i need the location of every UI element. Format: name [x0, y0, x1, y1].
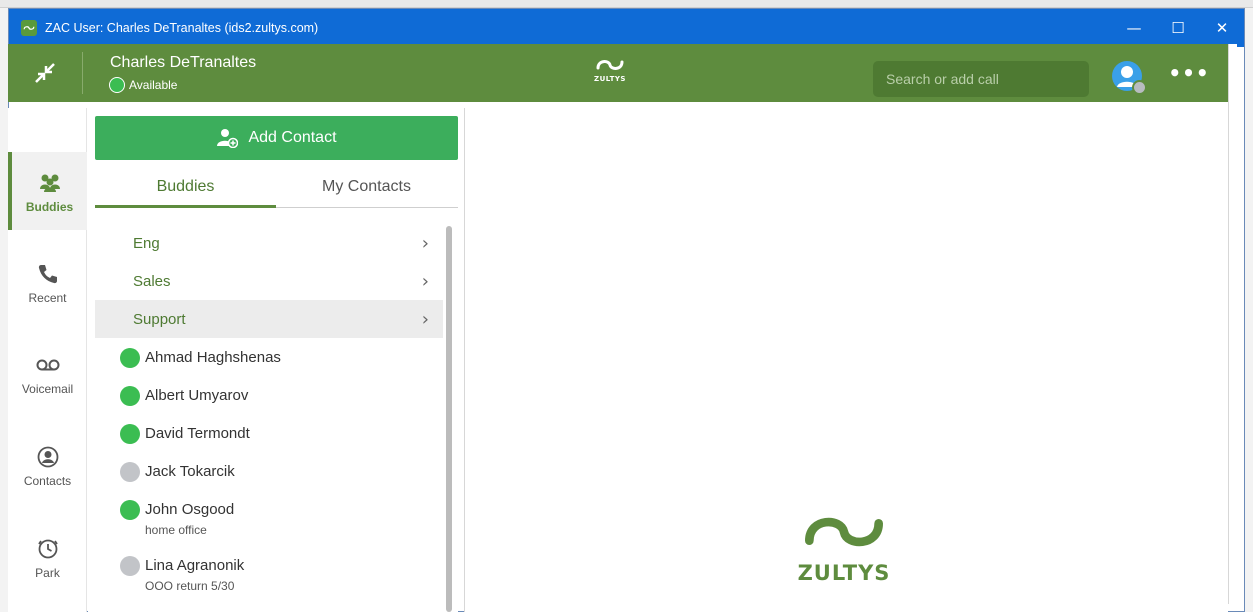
window-title: ZAC User: Charles DeTranaltes (ids2.zult…: [45, 21, 319, 35]
list-item[interactable]: Lina Agranonik OOO return 5/30: [95, 556, 443, 593]
rail-item-recent[interactable]: Recent: [8, 243, 87, 321]
voicemail-icon: [35, 351, 61, 379]
detail-logo-text: ZULTYS: [797, 561, 891, 585]
zultys-swirl-icon: [804, 517, 883, 547]
rail-label-recent: Recent: [28, 290, 67, 305]
contact-note: home office: [145, 523, 207, 537]
title-bar: ZAC User: Charles DeTranaltes (ids2.zult…: [9, 9, 1244, 47]
contact-person-icon: [37, 443, 59, 471]
group-row-support[interactable]: Support ›: [95, 300, 443, 338]
presence-dot-icon: [120, 348, 140, 368]
contact-note: OOO return 5/30: [145, 579, 235, 593]
chevron-right-icon: ›: [421, 233, 429, 254]
buddies-list: Eng › Sales › Support › Ahmad Haghshenas…: [95, 224, 444, 612]
group-label: Eng: [133, 234, 160, 252]
presence-dot-icon: [120, 500, 140, 520]
contacts-panel: Add Contact Buddies My Contacts Eng › Sa…: [88, 108, 458, 612]
zultys-swirl-icon: [596, 60, 624, 70]
list-item[interactable]: John Osgood home office: [95, 500, 443, 537]
contact-name: David Termondt: [145, 425, 250, 442]
users-icon: [37, 169, 63, 197]
app-header: Charles DeTranaltes Available ZULTYS •••: [8, 44, 1228, 102]
rail-item-voicemail[interactable]: Voicemail: [8, 334, 87, 412]
header-logo-text: ZULTYS: [594, 75, 626, 83]
group-row-sales[interactable]: Sales ›: [95, 262, 443, 300]
navigation-rail: Buddies Recent Voicemail Contacts Park: [8, 108, 87, 612]
tab-buddies[interactable]: Buddies: [95, 166, 276, 208]
add-person-icon: [216, 128, 239, 148]
desktop-strip: [0, 0, 1253, 8]
list-item[interactable]: Jack Tokarcik: [95, 462, 443, 482]
collapse-button[interactable]: [8, 44, 82, 102]
add-contact-label: Add Contact: [248, 129, 337, 146]
rail-item-contacts[interactable]: Contacts: [8, 426, 87, 504]
presence-dot-icon: [120, 462, 140, 482]
contact-name: John Osgood: [145, 501, 235, 518]
chevron-right-icon: ›: [421, 309, 429, 330]
contact-name: Ahmad Haghshenas: [145, 349, 281, 366]
rail-label-voicemail: Voicemail: [21, 381, 74, 396]
list-scrollbar[interactable]: [446, 226, 452, 612]
contact-name: Jack Tokarcik: [145, 463, 235, 480]
group-label: Support: [133, 310, 186, 328]
list-item[interactable]: Albert Umyarov: [95, 386, 443, 406]
zultys-logo: ZULTYS: [590, 56, 630, 92]
user-name: Charles DeTranaltes: [110, 54, 257, 71]
rail-label-contacts: Contacts: [23, 473, 72, 488]
rail-item-park[interactable]: Park: [8, 518, 87, 596]
window-right-edge: [1228, 44, 1237, 604]
user-avatar[interactable]: [1112, 61, 1147, 95]
group-label: Sales: [133, 272, 171, 290]
contact-name: Albert Umyarov: [145, 387, 249, 404]
header-divider: [82, 52, 83, 94]
avatar-presence-dot: [1132, 80, 1147, 95]
group-row-eng[interactable]: Eng ›: [95, 224, 443, 262]
search-input[interactable]: [873, 61, 1089, 97]
minimize-button[interactable]: —: [1112, 9, 1156, 47]
detail-pane: ZULTYS: [464, 108, 1228, 612]
status-dot-icon: [109, 77, 125, 93]
window-controls: — ☐ ✕: [1112, 9, 1244, 47]
presence-dot-icon: [120, 386, 140, 406]
chevron-right-icon: ›: [421, 271, 429, 292]
collapse-arrows-icon: [35, 63, 55, 83]
rail-item-buddies[interactable]: Buddies: [8, 152, 87, 230]
maximize-button[interactable]: ☐: [1156, 9, 1200, 47]
tab-my-contacts[interactable]: My Contacts: [276, 166, 457, 207]
rail-label-park: Park: [35, 565, 60, 580]
more-options-button[interactable]: •••: [1168, 58, 1208, 88]
contacts-tabs: Buddies My Contacts: [95, 166, 458, 208]
rail-label-buddies: Buddies: [25, 199, 74, 214]
close-button[interactable]: ✕: [1200, 9, 1244, 47]
presence-dot-icon: [120, 556, 140, 576]
list-item[interactable]: Ahmad Haghshenas: [95, 348, 443, 368]
status-label: Available: [129, 78, 178, 92]
phone-icon: [37, 260, 59, 288]
zultys-watermark-logo: ZULTYS: [788, 506, 900, 594]
presence-dot-icon: [120, 424, 140, 444]
presence-status[interactable]: Available: [109, 77, 177, 93]
zultys-app-icon: [21, 20, 37, 36]
clock-icon: [37, 535, 59, 563]
contact-name: Lina Agranonik: [145, 557, 245, 574]
add-contact-button[interactable]: Add Contact: [95, 116, 458, 160]
list-item[interactable]: David Termondt: [95, 424, 443, 444]
